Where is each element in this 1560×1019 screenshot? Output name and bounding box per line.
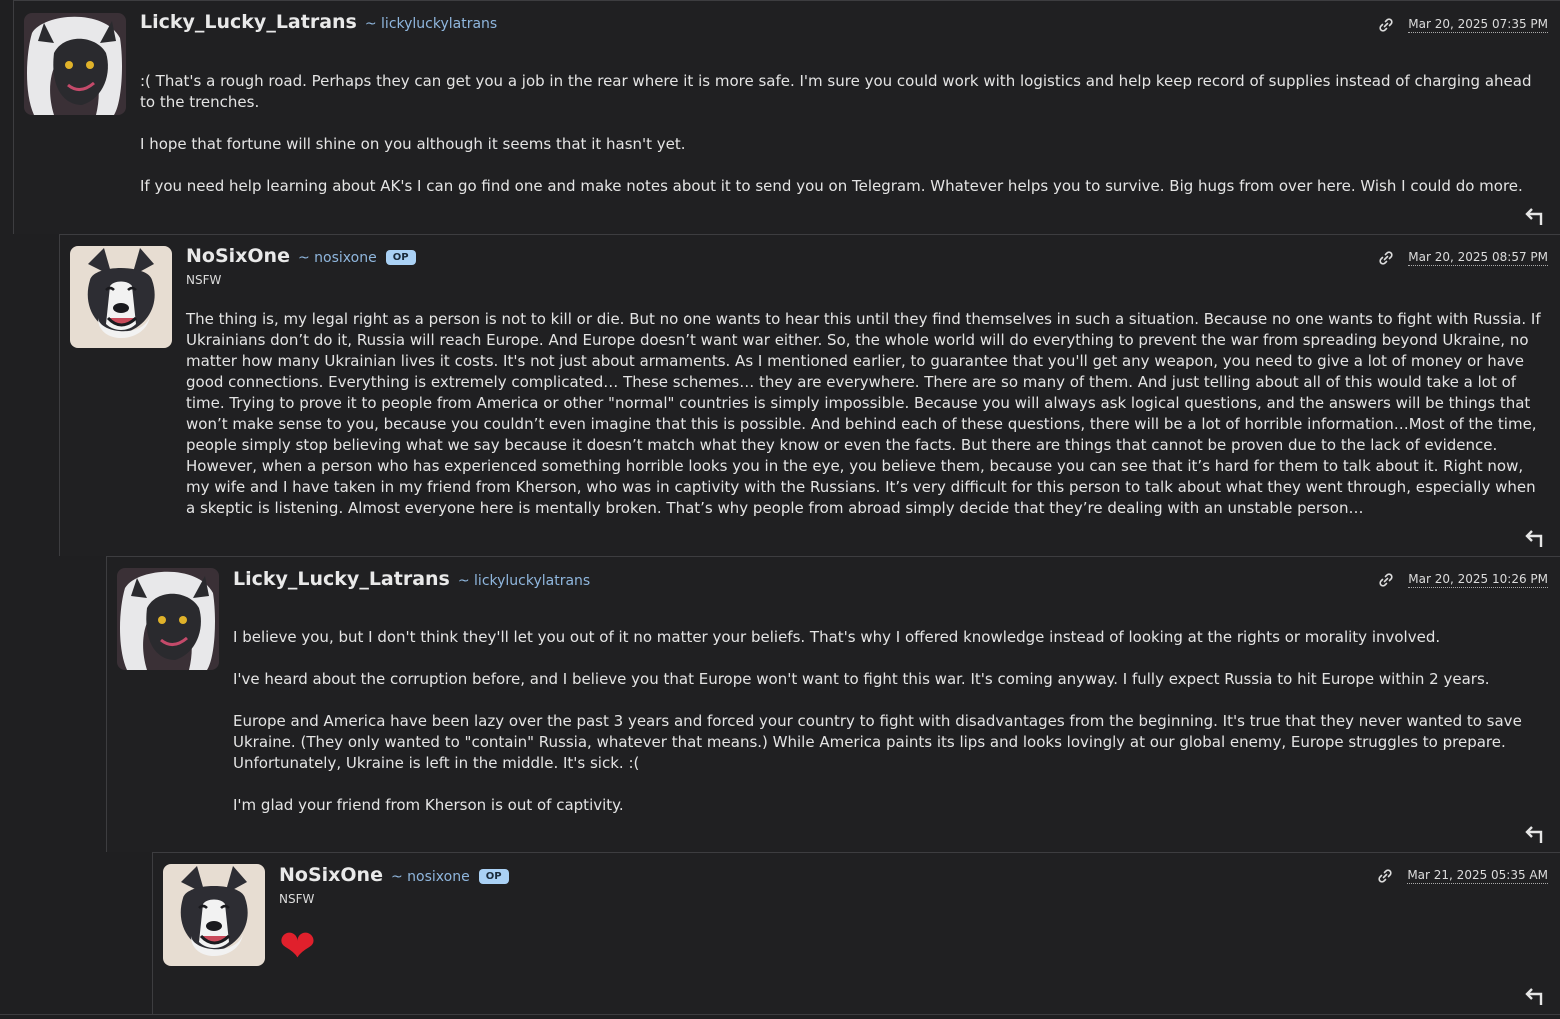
avatar[interactable] [117,568,219,670]
comment-card: NoSixOne ~ nosixone OP NSFW Mar 21, 2025… [152,852,1560,1014]
timestamp-link[interactable]: Mar 21, 2025 05:35 AM [1407,868,1548,884]
comment-paragraph: The thing is, my legal right as a person… [186,310,1541,517]
comment-paragraph: I'm glad your friend from Kherson is out… [233,796,624,814]
link-icon[interactable] [1378,17,1394,33]
comment-paragraph: If you need help learning about AK's I c… [140,177,1523,195]
username[interactable]: NoSixOne [279,864,383,886]
comment-meta: Mar 20, 2025 10:26 PM [1378,572,1548,588]
comment-header: NoSixOne ~ nosixone OP [279,864,509,886]
avatar[interactable] [70,246,172,348]
username[interactable]: Licky_Lucky_Latrans [140,11,357,33]
comment-paragraph: Europe and America have been lazy over t… [233,712,1522,772]
comment-body: I believe you, but I don't think they'll… [233,627,1546,816]
comment-header: NoSixOne ~ nosixone OP [186,245,416,267]
comment-meta: Mar 21, 2025 05:35 AM [1377,868,1548,884]
username[interactable]: NoSixOne [186,245,290,267]
thread-bottom-divider [0,1014,1560,1015]
heart-emoji: ❤ [279,921,316,972]
op-badge: OP [478,869,509,884]
avatar[interactable] [163,864,265,966]
comment-paragraph: I believe you, but I don't think they'll… [233,628,1441,646]
timestamp-link[interactable]: Mar 20, 2025 07:35 PM [1408,17,1548,33]
comment-paragraph: I hope that fortune will shine on you al… [140,135,686,153]
comment-header: Licky_Lucky_Latrans ~ lickyluckylatrans [233,568,590,590]
user-handle-link[interactable]: ~ lickyluckylatrans [365,16,497,32]
comment-card: Licky_Lucky_Latrans ~ lickyluckylatrans … [106,556,1560,852]
user-handle-link[interactable]: ~ nosixone [298,250,377,266]
comment-meta: Mar 20, 2025 08:57 PM [1378,250,1548,266]
timestamp-link[interactable]: Mar 20, 2025 10:26 PM [1408,572,1548,588]
reply-icon[interactable] [1524,824,1546,844]
comment-header: Licky_Lucky_Latrans ~ lickyluckylatrans [140,11,497,33]
user-handle-link[interactable]: ~ lickyluckylatrans [458,573,590,589]
comment-meta: Mar 20, 2025 07:35 PM [1378,17,1548,33]
user-handle-link[interactable]: ~ nosixone [391,869,470,885]
link-icon[interactable] [1378,572,1394,588]
comment-body: The thing is, my legal right as a person… [186,309,1546,519]
comment-body: ❤ [279,923,1546,971]
comment-card: NoSixOne ~ nosixone OP NSFW Mar 20, 2025… [59,234,1560,556]
op-badge: OP [385,250,416,265]
reply-icon[interactable] [1524,528,1546,548]
avatar[interactable] [24,13,126,115]
comment-paragraph: :( That's a rough road. Perhaps they can… [140,72,1532,111]
comment-paragraph: I've heard about the corruption before, … [233,670,1490,688]
comment-card: Licky_Lucky_Latrans ~ lickyluckylatrans … [13,0,1560,234]
comment-body: :( That's a rough road. Perhaps they can… [140,71,1546,197]
rating-label: NSFW [279,892,315,906]
link-icon[interactable] [1378,250,1394,266]
link-icon[interactable] [1377,868,1393,884]
reply-icon[interactable] [1524,206,1546,226]
rating-label: NSFW [186,273,222,287]
reply-icon[interactable] [1524,986,1546,1006]
username[interactable]: Licky_Lucky_Latrans [233,568,450,590]
timestamp-link[interactable]: Mar 20, 2025 08:57 PM [1408,250,1548,266]
